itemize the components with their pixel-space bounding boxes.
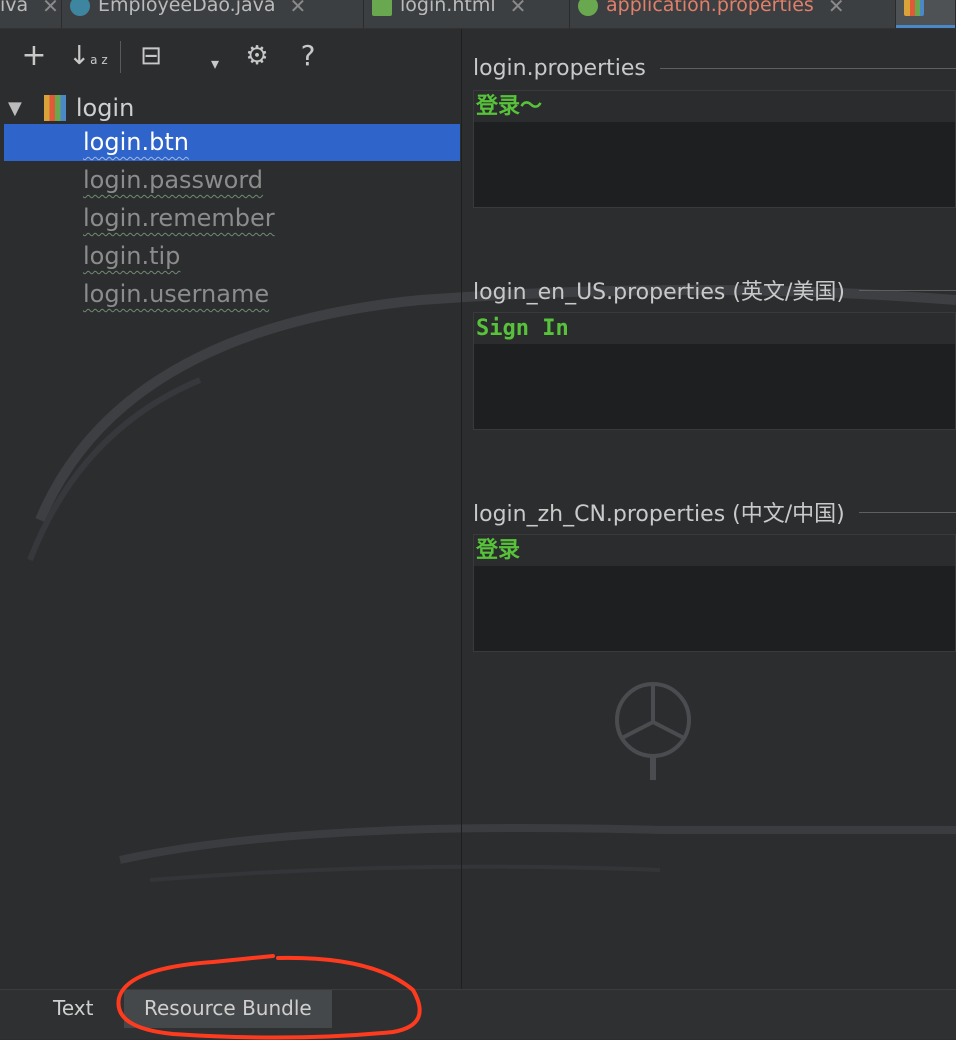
html-icon (372, 0, 392, 16)
divider (858, 511, 956, 513)
divider (858, 289, 956, 291)
class-icon (70, 0, 90, 16)
close-icon[interactable]: ✕ (290, 0, 307, 18)
tree-item-login-tip[interactable]: login.tip (4, 238, 460, 275)
tree-item-login-username[interactable]: login.username (4, 276, 460, 313)
tab-employee-dao[interactable]: EmployeeDao.java ✕ (62, 0, 364, 28)
tab-resource-bundle-view[interactable]: Resource Bundle (124, 990, 332, 1028)
editor-tab-bar: iva ✕ EmployeeDao.java ✕ login.html ✕ ap… (0, 0, 956, 29)
sort-alphabetically-icon[interactable]: ↓a z (68, 39, 108, 73)
close-icon[interactable]: ✕ (510, 0, 527, 18)
section-title-text: login_zh_CN.properties (中文/中国) (473, 502, 845, 527)
value-editor[interactable]: Sign In (473, 312, 956, 430)
tree-item-login-password[interactable]: login.password (4, 162, 460, 199)
value-text[interactable]: 登录～ (474, 91, 955, 122)
sort-arrow: ↓ (68, 41, 91, 71)
add-icon[interactable]: + (17, 39, 51, 73)
spring-icon (578, 0, 598, 16)
close-icon[interactable]: ✕ (42, 0, 59, 18)
tab-resource-bundle[interactable] (896, 0, 956, 28)
tab-application-properties[interactable]: application.properties ✕ (570, 0, 896, 28)
tab-label: EmployeeDao.java (98, 0, 276, 16)
close-icon[interactable]: ✕ (828, 0, 845, 18)
help-icon[interactable]: ? (291, 39, 325, 73)
section-title-text: login_en_US.properties (英文/美国) (473, 280, 845, 305)
sort-az: a z (90, 53, 108, 67)
tab-text[interactable]: Text (33, 990, 113, 1028)
expand-arrow-icon[interactable]: ▼ (8, 98, 22, 119)
tree-item-label: login.username (83, 280, 270, 308)
tree-item-label: login.btn (83, 128, 189, 156)
resource-bundle-icon (43, 95, 66, 121)
tree-item-login-remember[interactable]: login.remember (4, 200, 460, 237)
section-title: login_zh_CN.properties (中文/中国) (473, 494, 956, 530)
gear-icon[interactable]: ⚙ (240, 39, 274, 73)
value-editor[interactable]: 登录 (473, 534, 956, 652)
divider (659, 67, 956, 69)
section-title: login_en_US.properties (英文/美国) (473, 272, 956, 308)
value-editor[interactable]: 登录～ (473, 90, 956, 208)
section-en-us: login_en_US.properties (英文/美国) Sign In (473, 272, 956, 430)
tree-item-login-btn[interactable]: login.btn (4, 124, 460, 161)
resource-bundle-icon (904, 0, 924, 16)
editor-mode-tabs: Text Resource Bundle (0, 989, 956, 1039)
tree-root-login[interactable]: ▼ login (8, 91, 134, 125)
section-zh-cn: login_zh_CN.properties (中文/中国) 登录 (473, 494, 956, 652)
dropdown-icon[interactable]: ▾ (198, 47, 232, 81)
toolbar-separator (120, 41, 121, 73)
section-title: login.properties (473, 50, 956, 86)
section-default: login.properties 登录～ (473, 50, 956, 208)
tab-login-html[interactable]: login.html ✕ (364, 0, 570, 28)
value-text[interactable]: 登录 (474, 535, 955, 566)
tree-toolbar: + ↓a z ⊟ ▾ ⚙ ? (0, 29, 461, 85)
tab-java[interactable]: iva ✕ (0, 0, 62, 28)
resource-bundle-tree-panel: + ↓a z ⊟ ▾ ⚙ ? ▼ login login.btn login.p… (0, 29, 462, 989)
tab-label: login.html (400, 0, 496, 16)
group-by-prefix-icon[interactable]: ⊟ (134, 39, 168, 73)
property-values-panel: login.properties 登录～ login_en_US.propert… (462, 29, 956, 989)
tab-label: iva (0, 0, 29, 16)
tree-item-label: login.remember (83, 204, 275, 232)
value-text[interactable]: Sign In (474, 313, 955, 344)
tree-item-label: login.tip (83, 242, 181, 270)
tab-label: application.properties (606, 0, 814, 16)
tree-root-label: login (75, 94, 135, 122)
section-title-text: login.properties (473, 55, 646, 81)
tree-item-label: login.password (83, 166, 264, 194)
